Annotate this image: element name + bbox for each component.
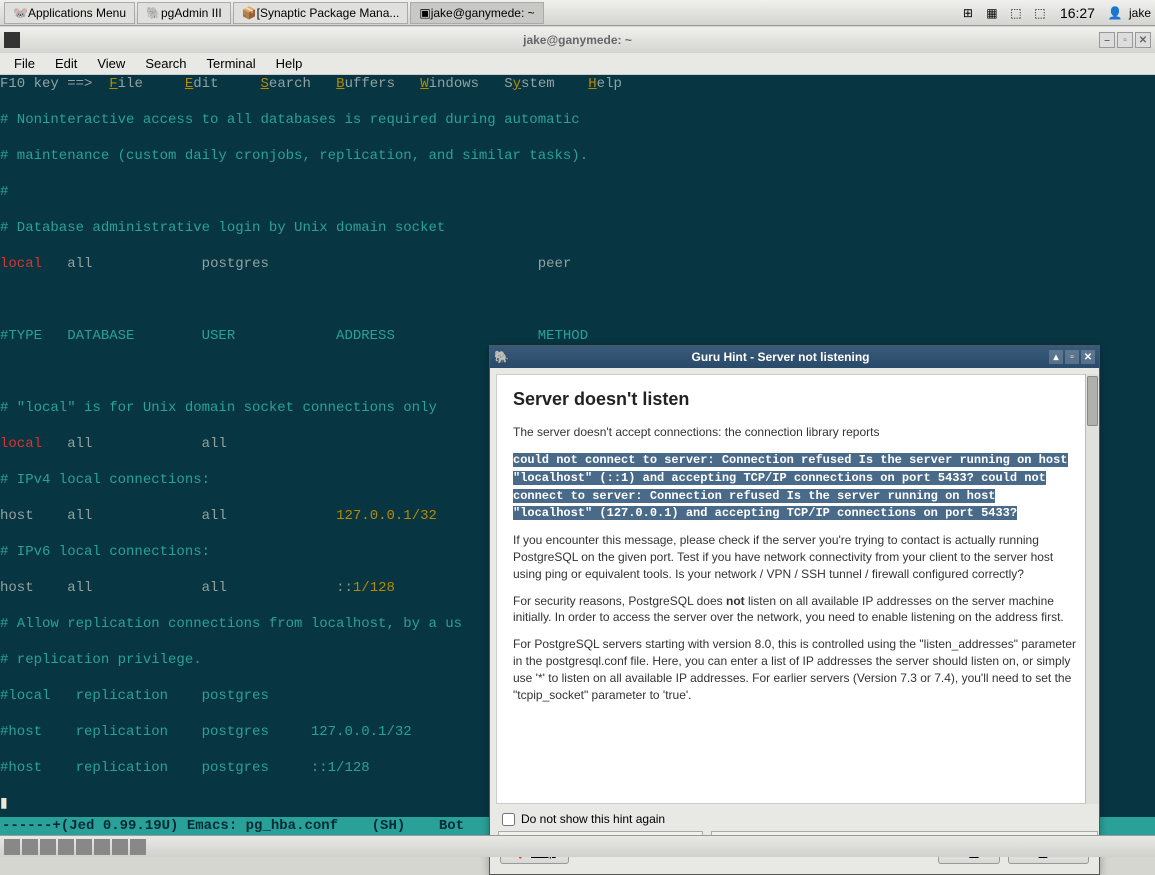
dock-icon[interactable]	[76, 839, 92, 855]
top-taskbar: 🐭 Applications Menu 🐘 pgAdmin III 📦 [Syn…	[0, 0, 1155, 26]
scrollbar[interactable]	[1085, 374, 1099, 804]
app-menu-label: Applications Menu	[28, 6, 126, 20]
menu-file[interactable]: File	[6, 54, 43, 73]
rollup-icon[interactable]: ▴	[1049, 350, 1063, 364]
menu-search[interactable]: Search	[137, 54, 194, 73]
taskbar-item-synaptic[interactable]: 📦 [Synaptic Package Mana...	[233, 2, 409, 24]
error-message: could not connect to server: Connection …	[513, 453, 1068, 520]
tray-icon[interactable]: ▦	[982, 3, 1002, 23]
minimize-icon[interactable]: –	[1099, 32, 1115, 48]
dialog-text: For security reasons, PostgreSQL does no…	[513, 593, 1076, 627]
dialog-body: Server doesn't listen The server doesn't…	[496, 374, 1093, 804]
window-menu-icon[interactable]	[4, 32, 20, 48]
dock-icon[interactable]	[58, 839, 74, 855]
terminal-icon: ▣	[419, 6, 430, 20]
package-icon: 📦	[242, 6, 257, 20]
dialog-heading: Server doesn't listen	[513, 387, 1076, 412]
scrollbar-thumb[interactable]	[1087, 376, 1098, 426]
taskbar-item-label: jake@ganymede: ~	[431, 6, 535, 20]
clock[interactable]: 16:27	[1054, 5, 1101, 21]
dont-show-checkbox[interactable]	[502, 813, 515, 826]
menu-view[interactable]: View	[89, 54, 133, 73]
dialog-text: The server doesn't accept connections: t…	[513, 424, 1076, 441]
user-icon[interactable]: 👤	[1105, 3, 1125, 23]
mouse-icon: 🐭	[13, 6, 28, 20]
dock-icon[interactable]	[4, 839, 20, 855]
taskbar-item-label: pgAdmin III	[161, 6, 222, 20]
menu-edit[interactable]: Edit	[47, 54, 85, 73]
user-name[interactable]: jake	[1129, 6, 1151, 20]
dont-show-checkbox-row: Do not show this hint again	[490, 804, 1099, 834]
dock-icon[interactable]	[22, 839, 38, 855]
taskbar-item-pgadmin[interactable]: 🐘 pgAdmin III	[137, 2, 231, 24]
terminal-titlebar[interactable]: jake@ganymede: ~ – ▫ ✕	[0, 27, 1155, 53]
dock-icon[interactable]	[40, 839, 56, 855]
dialog-title: Guru Hint - Server not listening	[512, 350, 1049, 364]
elephant-icon: 🐘	[494, 350, 508, 364]
maximize-icon[interactable]: ▫	[1065, 350, 1079, 364]
terminal-menubar: File Edit View Search Terminal Help	[0, 53, 1155, 75]
dialog-text: For PostgreSQL servers starting with ver…	[513, 636, 1076, 703]
close-icon[interactable]: ✕	[1081, 350, 1095, 364]
window-title: jake@ganymede: ~	[523, 33, 632, 47]
dialog-titlebar[interactable]: 🐘 Guru Hint - Server not listening ▴ ▫ ✕	[490, 346, 1099, 368]
tray-icon[interactable]: ⬚	[1030, 3, 1050, 23]
taskbar-item-terminal[interactable]: ▣ jake@ganymede: ~	[410, 2, 543, 24]
bottom-dock	[0, 835, 1155, 857]
close-icon[interactable]: ✕	[1135, 32, 1151, 48]
tray-icon[interactable]: ⬚	[1006, 3, 1026, 23]
dock-icon[interactable]	[94, 839, 110, 855]
menu-help[interactable]: Help	[268, 54, 311, 73]
applications-menu-button[interactable]: 🐭 Applications Menu	[4, 2, 135, 24]
elephant-icon: 🐘	[146, 6, 161, 20]
workspace-switcher-icon[interactable]: ⊞	[958, 3, 978, 23]
maximize-icon[interactable]: ▫	[1117, 32, 1133, 48]
menu-terminal[interactable]: Terminal	[199, 54, 264, 73]
dock-icon[interactable]	[112, 839, 128, 855]
guru-hint-dialog: 🐘 Guru Hint - Server not listening ▴ ▫ ✕…	[489, 345, 1100, 875]
dock-icon[interactable]	[130, 839, 146, 855]
checkbox-label: Do not show this hint again	[521, 812, 665, 826]
dialog-text: If you encounter this message, please ch…	[513, 532, 1076, 582]
taskbar-item-label: [Synaptic Package Mana...	[257, 6, 400, 20]
